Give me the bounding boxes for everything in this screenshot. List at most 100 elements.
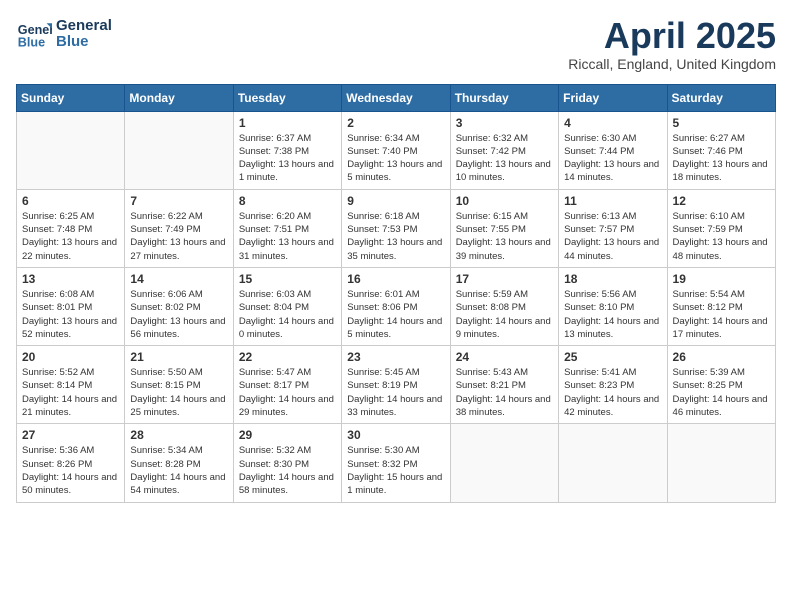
day-info: Sunrise: 6:34 AM Sunset: 7:40 PM Dayligh… [347, 132, 444, 185]
day-info: Sunrise: 5:43 AM Sunset: 8:21 PM Dayligh… [456, 366, 553, 419]
calendar-cell [559, 424, 667, 502]
calendar-cell: 17 Sunrise: 5:59 AM Sunset: 8:08 PM Dayli… [450, 267, 558, 345]
calendar-cell: 9 Sunrise: 6:18 AM Sunset: 7:53 PM Daylig… [342, 189, 450, 267]
calendar-week-row-1: 1Sunrise: 6:37 AM Sunset: 7:38 PM Daylig… [17, 111, 776, 189]
logo-general: General [56, 18, 112, 35]
day-number: 17 [456, 272, 553, 286]
day-info: Sunrise: 5:41 AM Sunset: 8:23 PM Dayligh… [564, 366, 661, 419]
calendar-table: SundayMondayTuesdayWednesdayThursdayFrid… [16, 84, 776, 503]
weekday-header-tuesday: Tuesday [233, 84, 341, 111]
calendar-cell: 10 Sunrise: 6:15 AM Sunset: 7:55 PM Dayli… [450, 189, 558, 267]
weekday-header-wednesday: Wednesday [342, 84, 450, 111]
weekday-header-saturday: Saturday [667, 84, 775, 111]
day-info: Sunrise: 6:08 AM Sunset: 8:01 PM Dayligh… [22, 288, 119, 341]
day-info: Sunrise: 6:06 AM Sunset: 8:02 PM Dayligh… [130, 288, 227, 341]
day-number: 22 [239, 350, 336, 364]
calendar-cell [667, 424, 775, 502]
day-number: 15 [239, 272, 336, 286]
calendar-cell: 24 Sunrise: 5:43 AM Sunset: 8:21 PM Dayli… [450, 346, 558, 424]
calendar-cell: 19 Sunrise: 5:54 AM Sunset: 8:12 PM Dayli… [667, 267, 775, 345]
day-number: 21 [130, 350, 227, 364]
day-number: 29 [239, 428, 336, 442]
calendar-cell: 5 Sunrise: 6:27 AM Sunset: 7:46 PM Daylig… [667, 111, 775, 189]
day-info: Sunrise: 6:01 AM Sunset: 8:06 PM Dayligh… [347, 288, 444, 341]
weekday-header-sunday: Sunday [17, 84, 125, 111]
day-number: 7 [130, 194, 227, 208]
day-number: 8 [239, 194, 336, 208]
title-block: April 2025 Riccall, England, United King… [568, 16, 776, 72]
day-info: Sunrise: 5:45 AM Sunset: 8:19 PM Dayligh… [347, 366, 444, 419]
calendar-week-row-4: 20 Sunrise: 5:52 AM Sunset: 8:14 PM Dayli… [17, 346, 776, 424]
calendar-cell: 18 Sunrise: 5:56 AM Sunset: 8:10 PM Dayli… [559, 267, 667, 345]
day-number: 14 [130, 272, 227, 286]
day-number: 18 [564, 272, 661, 286]
calendar-cell: 6 Sunrise: 6:25 AM Sunset: 7:48 PM Daylig… [17, 189, 125, 267]
day-number: 24 [456, 350, 553, 364]
calendar-cell: 20 Sunrise: 5:52 AM Sunset: 8:14 PM Dayli… [17, 346, 125, 424]
day-info: Sunrise: 5:39 AM Sunset: 8:25 PM Dayligh… [673, 366, 770, 419]
location: Riccall, England, United Kingdom [568, 56, 776, 72]
page-header: General Blue General Blue April 2025 Ric… [16, 16, 776, 72]
day-info: Sunrise: 6:10 AM Sunset: 7:59 PM Dayligh… [673, 210, 770, 263]
logo-icon: General Blue [16, 16, 52, 52]
calendar-week-row-5: 27Sunrise: 5:36 AM Sunset: 8:26 PM Dayli… [17, 424, 776, 502]
day-info: Sunrise: 5:32 AM Sunset: 8:30 PM Dayligh… [239, 444, 336, 497]
day-info: Sunrise: 6:13 AM Sunset: 7:57 PM Dayligh… [564, 210, 661, 263]
day-info: Sunrise: 6:18 AM Sunset: 7:53 PM Dayligh… [347, 210, 444, 263]
calendar-cell [17, 111, 125, 189]
calendar-cell: 26Sunrise: 5:39 AM Sunset: 8:25 PM Dayli… [667, 346, 775, 424]
day-number: 27 [22, 428, 119, 442]
calendar-cell: 29 Sunrise: 5:32 AM Sunset: 8:30 PM Dayli… [233, 424, 341, 502]
calendar-cell: 21Sunrise: 5:50 AM Sunset: 8:15 PM Dayli… [125, 346, 233, 424]
day-info: Sunrise: 6:25 AM Sunset: 7:48 PM Dayligh… [22, 210, 119, 263]
calendar-cell: 16 Sunrise: 6:01 AM Sunset: 8:06 PM Dayli… [342, 267, 450, 345]
day-number: 16 [347, 272, 444, 286]
day-number: 2 [347, 116, 444, 130]
day-info: Sunrise: 5:30 AM Sunset: 8:32 PM Dayligh… [347, 444, 444, 497]
day-info: Sunrise: 5:52 AM Sunset: 8:14 PM Dayligh… [22, 366, 119, 419]
day-info: Sunrise: 6:03 AM Sunset: 8:04 PM Dayligh… [239, 288, 336, 341]
calendar-cell [125, 111, 233, 189]
day-info: Sunrise: 5:47 AM Sunset: 8:17 PM Dayligh… [239, 366, 336, 419]
day-number: 6 [22, 194, 119, 208]
day-number: 11 [564, 194, 661, 208]
calendar-cell: 13Sunrise: 6:08 AM Sunset: 8:01 PM Dayli… [17, 267, 125, 345]
day-info: Sunrise: 5:54 AM Sunset: 8:12 PM Dayligh… [673, 288, 770, 341]
calendar-cell: 28 Sunrise: 5:34 AM Sunset: 8:28 PM Dayli… [125, 424, 233, 502]
calendar-cell: 25Sunrise: 5:41 AM Sunset: 8:23 PM Dayli… [559, 346, 667, 424]
day-number: 19 [673, 272, 770, 286]
day-number: 20 [22, 350, 119, 364]
logo: General Blue General Blue [16, 16, 112, 52]
day-info: Sunrise: 6:27 AM Sunset: 7:46 PM Dayligh… [673, 132, 770, 185]
day-number: 28 [130, 428, 227, 442]
calendar-cell: 15 Sunrise: 6:03 AM Sunset: 8:04 PM Dayli… [233, 267, 341, 345]
calendar-cell: 12 Sunrise: 6:10 AM Sunset: 7:59 PM Dayli… [667, 189, 775, 267]
day-number: 10 [456, 194, 553, 208]
logo-blue: Blue [56, 34, 112, 51]
day-number: 5 [673, 116, 770, 130]
day-number: 3 [456, 116, 553, 130]
day-number: 23 [347, 350, 444, 364]
calendar-cell: 8 Sunrise: 6:20 AM Sunset: 7:51 PM Daylig… [233, 189, 341, 267]
calendar-cell: 22 Sunrise: 5:47 AM Sunset: 8:17 PM Dayli… [233, 346, 341, 424]
calendar-cell: 4 Sunrise: 6:30 AM Sunset: 7:44 PM Daylig… [559, 111, 667, 189]
calendar-cell: 30Sunrise: 5:30 AM Sunset: 8:32 PM Dayli… [342, 424, 450, 502]
day-info: Sunrise: 6:30 AM Sunset: 7:44 PM Dayligh… [564, 132, 661, 185]
calendar-cell: 23 Sunrise: 5:45 AM Sunset: 8:19 PM Dayli… [342, 346, 450, 424]
day-info: Sunrise: 6:37 AM Sunset: 7:38 PM Dayligh… [239, 132, 336, 185]
day-info: Sunrise: 6:20 AM Sunset: 7:51 PM Dayligh… [239, 210, 336, 263]
day-number: 9 [347, 194, 444, 208]
day-info: Sunrise: 6:15 AM Sunset: 7:55 PM Dayligh… [456, 210, 553, 263]
day-info: Sunrise: 5:59 AM Sunset: 8:08 PM Dayligh… [456, 288, 553, 341]
day-info: Sunrise: 5:34 AM Sunset: 8:28 PM Dayligh… [130, 444, 227, 497]
day-info: Sunrise: 5:56 AM Sunset: 8:10 PM Dayligh… [564, 288, 661, 341]
calendar-cell: 3 Sunrise: 6:32 AM Sunset: 7:42 PM Daylig… [450, 111, 558, 189]
day-info: Sunrise: 6:32 AM Sunset: 7:42 PM Dayligh… [456, 132, 553, 185]
day-number: 12 [673, 194, 770, 208]
weekday-header-monday: Monday [125, 84, 233, 111]
calendar-cell [450, 424, 558, 502]
weekday-header-row: SundayMondayTuesdayWednesdayThursdayFrid… [17, 84, 776, 111]
calendar-cell: 27Sunrise: 5:36 AM Sunset: 8:26 PM Dayli… [17, 424, 125, 502]
day-info: Sunrise: 6:22 AM Sunset: 7:49 PM Dayligh… [130, 210, 227, 263]
day-number: 4 [564, 116, 661, 130]
